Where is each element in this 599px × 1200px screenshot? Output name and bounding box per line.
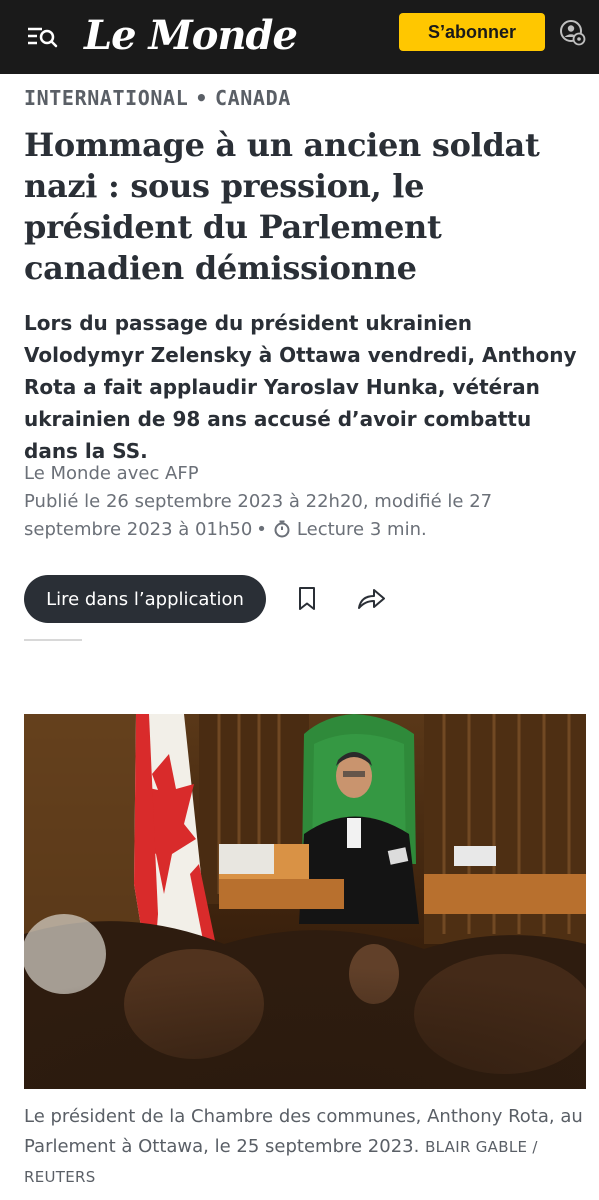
bookmark-icon[interactable] <box>296 586 318 612</box>
article-photo <box>24 714 586 1089</box>
subscribe-button[interactable]: S’abonner <box>399 13 545 51</box>
top-bar: Le Monde S’abonner <box>0 0 599 74</box>
account-settings-icon[interactable] <box>560 20 586 46</box>
breadcrumb-canada[interactable]: CANADA <box>215 86 291 110</box>
photo-caption: Le président de la Chambre des communes,… <box>24 1102 590 1192</box>
timer-icon <box>273 519 291 538</box>
menu-search-icon[interactable] <box>26 22 62 52</box>
read-in-app-button[interactable]: Lire dans l’application <box>24 575 266 623</box>
breadcrumb-separator: • <box>195 86 208 110</box>
reading-time: Lecture 3 min. <box>296 519 427 540</box>
publication-info: Publié le 26 septembre 2023 à 22h20, mod… <box>24 488 584 544</box>
article-author: Le Monde avec AFP <box>24 463 199 484</box>
share-icon[interactable] <box>356 586 388 612</box>
breadcrumb: INTERNATIONAL • CANADA <box>24 86 291 110</box>
article-meta: Le Monde avec AFP Publié le 26 septembre… <box>24 460 584 544</box>
le-monde-logo[interactable]: Le Monde <box>84 8 298 64</box>
article-description: Lors du passage du président ukrainien V… <box>24 311 577 463</box>
divider <box>24 639 82 641</box>
meta-dot: • <box>256 519 267 540</box>
article-title: Hommage à un ancien soldat nazi : sous p… <box>24 126 540 287</box>
breadcrumb-international[interactable]: INTERNATIONAL <box>24 86 188 110</box>
